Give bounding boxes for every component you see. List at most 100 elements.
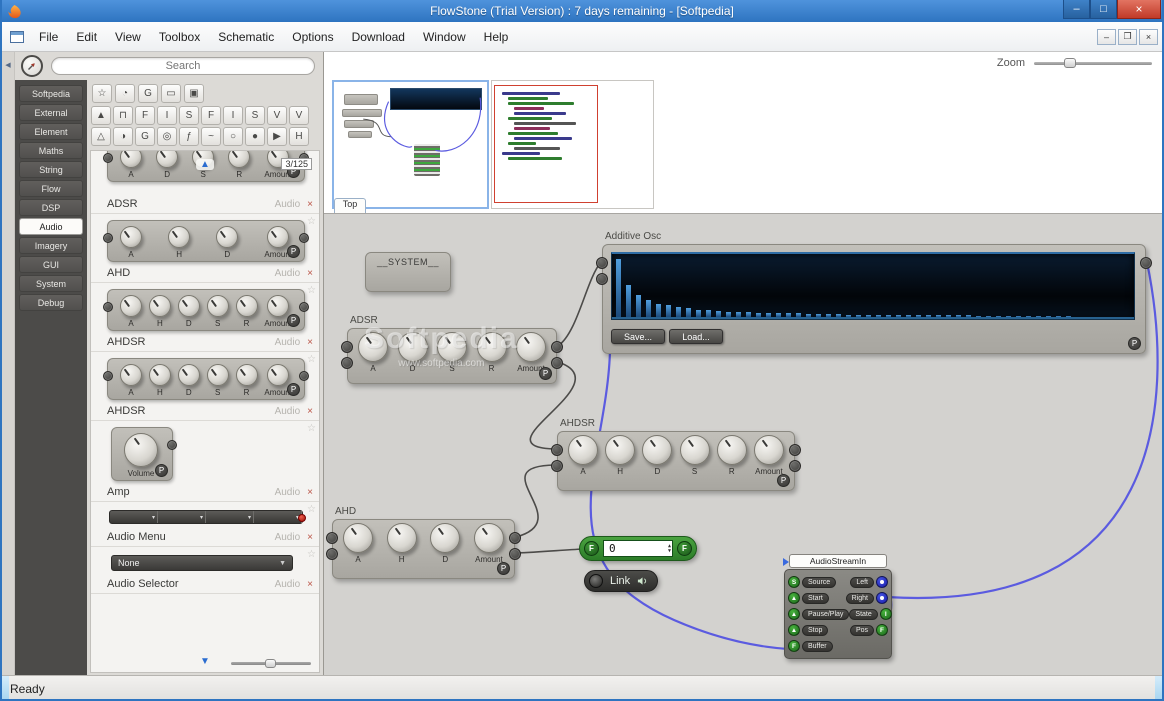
ahdsr-module[interactable]: AHDSR AHDSRAmount P [557,431,795,491]
asi-input-stop[interactable]: ▲ Stop [788,624,828,636]
mdi-close-button[interactable]: × [1139,29,1158,45]
favorite-star-icon[interactable]: ☆ [307,423,316,434]
string-connector-icon[interactable]: S [788,576,800,588]
input-connector[interactable] [596,257,608,269]
toolbox-item-ahdsr[interactable]: AHDSRAmount P ☆ AHDSR Audio [91,283,319,352]
harmonic-bar[interactable] [716,311,721,317]
favorite-star-icon[interactable]: ☆ [307,354,316,365]
knob[interactable] [387,523,417,553]
module-type-icon[interactable]: ~ [201,127,221,146]
harmonic-bar[interactable] [886,315,891,317]
favorite-filter-icon[interactable]: ☆ [92,84,112,103]
input-connector[interactable] [341,357,353,369]
harmonic-bar[interactable] [896,315,901,317]
mdi-minimize-button[interactable]: – [1097,29,1116,45]
titlebar[interactable]: FlowStone (Trial Version) : 7 days remai… [2,0,1162,22]
harmonic-bar[interactable] [836,314,841,317]
module-type-icon[interactable]: V [267,106,287,125]
knob[interactable] [120,226,142,248]
knob[interactable] [430,523,460,553]
properties-badge[interactable]: P [497,562,510,575]
menu-download[interactable]: Download [343,26,414,48]
module-type-icon[interactable]: I [157,106,177,125]
menu-help[interactable]: Help [475,26,518,48]
harmonic-bar[interactable] [636,295,641,317]
asi-output-pos[interactable]: Pos F [850,624,888,636]
harmonic-bar[interactable] [1066,316,1071,317]
scroll-down-button[interactable]: ▼ [200,656,210,667]
harmonic-bar[interactable] [1026,316,1031,317]
harmonic-bar[interactable] [786,313,791,317]
sidebar-item-softpedia[interactable]: Softpedia [19,85,83,102]
harmonic-bar[interactable] [916,315,921,317]
knob[interactable] [124,433,158,467]
audio-connector-icon[interactable] [876,592,888,604]
harmonic-bar[interactable] [986,316,991,317]
maximize-button[interactable]: □ [1090,0,1117,19]
knob[interactable] [149,295,171,317]
remove-icon[interactable]: × [307,268,313,279]
harmonic-bar[interactable] [1006,316,1011,317]
module-type-icon[interactable]: I [223,106,243,125]
asi-output-state[interactable]: State I [849,608,891,620]
knob[interactable] [343,523,373,553]
output-connector[interactable] [509,548,521,560]
close-button[interactable]: × [1117,0,1161,19]
preview-size-slider[interactable] [231,659,311,668]
harmonic-bar[interactable] [756,313,761,317]
knob[interactable] [717,435,747,465]
navigator-tab-top[interactable]: Top [334,198,366,213]
knob[interactable] [216,226,238,248]
harmonic-bar[interactable] [1036,316,1041,317]
harmonic-bar[interactable] [1056,316,1061,317]
output-connector[interactable] [551,357,563,369]
remove-icon[interactable]: × [307,406,313,417]
knob[interactable] [207,295,229,317]
sidebar-item-imagery[interactable]: Imagery [19,237,83,254]
toolbox-home-icon[interactable] [21,55,43,77]
sidebar-item-dsp[interactable]: DSP [19,199,83,216]
remove-icon[interactable]: × [307,579,313,590]
input-connector[interactable] [551,444,563,456]
harmonic-bar[interactable] [736,312,741,317]
knob[interactable] [754,435,784,465]
module-preview[interactable]: AHDAmount P [107,220,305,262]
navigator-thumbnail-top[interactable] [332,80,489,209]
trigger-connector-icon[interactable]: ▲ [788,624,800,636]
harmonic-bar[interactable] [676,307,681,317]
float-connector-icon[interactable]: F [876,624,888,636]
float-input-connector[interactable]: F [584,541,599,556]
knob[interactable] [120,364,142,386]
knob[interactable] [642,435,672,465]
toolbox-item-amp[interactable]: Volume P ☆ Amp Audio × [91,421,319,502]
module-type-icon[interactable]: F [201,106,221,125]
properties-badge[interactable]: P [1128,337,1141,350]
knob[interactable] [437,332,467,362]
input-connector[interactable] [596,273,608,285]
harmonic-bar[interactable] [876,315,881,317]
slider-thumb[interactable] [265,659,276,668]
menu-toolbox[interactable]: Toolbox [150,26,209,48]
knob[interactable] [236,295,258,317]
harmonic-bar[interactable] [946,315,951,317]
slider-thumb[interactable] [1064,58,1076,68]
input-connector[interactable] [326,532,338,544]
harmonic-bar[interactable] [776,313,781,317]
audiostreamin-module[interactable]: AudioStreamIn S Source Left [784,554,892,659]
favorite-filter-icon[interactable]: ▣ [184,84,204,103]
module-type-icon[interactable]: F [135,106,155,125]
load-button[interactable]: Load... [669,329,723,344]
module-type-icon[interactable]: G [135,127,155,146]
harmonic-bar[interactable] [956,315,961,317]
asi-input-pause-play[interactable]: ▲ Pause/Play [788,608,849,620]
knob[interactable] [267,226,289,248]
harmonic-bar[interactable] [696,310,701,317]
menu-file[interactable]: File [30,26,67,48]
toolbox-item-ahdsr-2[interactable]: AHDSRAmount P ☆ AHDSR Audio [91,352,319,421]
knob[interactable] [680,435,710,465]
knob[interactable] [398,332,428,362]
minimize-button[interactable]: – [1063,0,1090,19]
module-type-icon[interactable]: H [289,127,309,146]
module-type-icon[interactable]: ● [245,127,265,146]
menu-options[interactable]: Options [283,26,342,48]
